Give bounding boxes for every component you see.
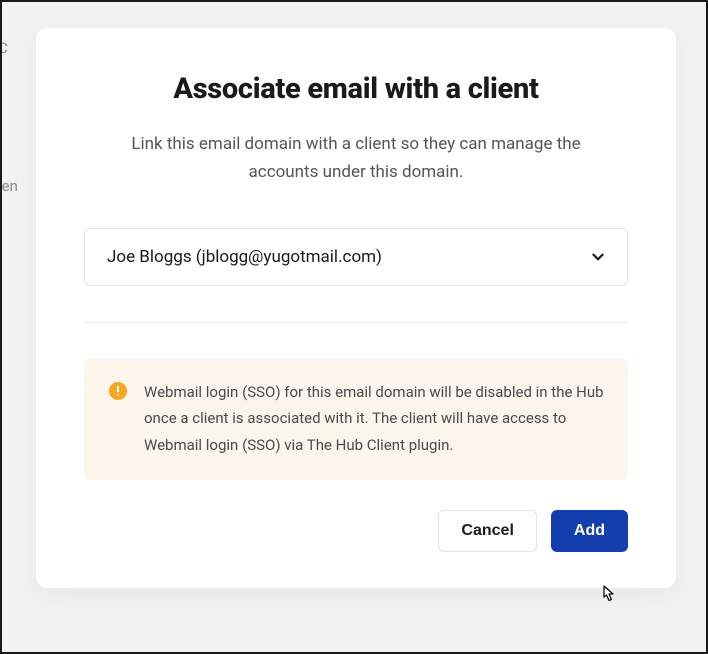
chevron-down-icon xyxy=(589,248,607,266)
modal-button-row: Cancel Add xyxy=(84,510,628,552)
modal-subtitle: Link this email domain with a client so … xyxy=(96,130,616,186)
divider xyxy=(84,322,628,323)
warning-icon xyxy=(108,381,128,401)
background-text-fragment: C xyxy=(0,39,8,57)
modal-title: Associate email with a client xyxy=(84,72,628,106)
page-frame: C ien Associate email with a client Link… xyxy=(0,0,708,654)
background-text-fragment: ien xyxy=(0,177,18,195)
associate-email-modal: Associate email with a client Link this … xyxy=(36,28,676,588)
sso-warning-notice: Webmail login (SSO) for this email domai… xyxy=(84,359,628,480)
cancel-button[interactable]: Cancel xyxy=(438,510,536,552)
notice-text: Webmail login (SSO) for this email domai… xyxy=(144,379,604,458)
client-select-value: Joe Bloggs (jblogg@yugotmail.com) xyxy=(107,247,382,267)
add-button[interactable]: Add xyxy=(551,510,628,552)
client-select[interactable]: Joe Bloggs (jblogg@yugotmail.com) xyxy=(84,228,628,286)
